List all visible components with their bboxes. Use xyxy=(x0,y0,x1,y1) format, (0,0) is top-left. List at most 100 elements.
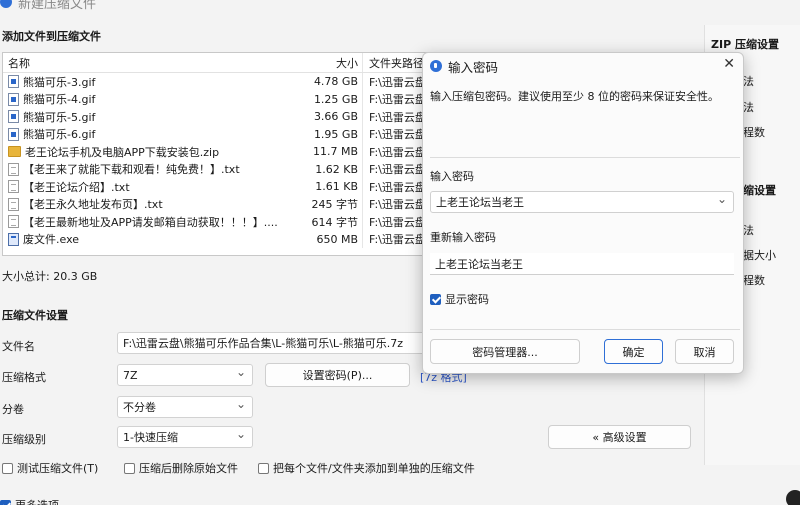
filename-label: 文件名 xyxy=(2,340,35,353)
confirm-password-label: 重新输入密码 xyxy=(430,231,496,244)
dialog-bottom-divider xyxy=(430,329,740,330)
file-size: 1.95 GB xyxy=(313,127,358,141)
gif-file-icon xyxy=(8,92,19,106)
delete-after-option[interactable]: 压缩后删除原始文件 xyxy=(124,460,238,476)
more-options-toggle[interactable]: 更多选项 xyxy=(0,497,59,505)
separate-archives-label: 把每个文件/文件夹添加到单独的压缩文件 xyxy=(273,462,475,475)
file-name: 废文件.exe xyxy=(23,233,80,247)
column-header-name[interactable]: 名称 xyxy=(3,53,299,72)
delete-after-checkbox[interactable] xyxy=(124,462,135,474)
right-panel-item-2[interactable]: 法 xyxy=(743,99,754,115)
level-select[interactable]: 1-快速压缩 xyxy=(117,426,253,448)
password-manager-button[interactable]: 密码管理器... xyxy=(430,339,580,364)
table-row[interactable]: 【老王论坛介绍】.txt 1.61 KB F:\迅雷云盘 xyxy=(3,178,471,196)
file-rows: 熊猫可乐-3.gif 4.78 GB F:\迅雷云盘 熊猫可乐-4.gif 1.25 G… xyxy=(3,73,471,248)
table-row[interactable]: 【老王永久地址发布页】.txt 245 字节 F:\迅雷云盘 xyxy=(3,195,471,213)
txt-file-icon xyxy=(8,215,19,229)
test-archive-checkbox[interactable] xyxy=(2,462,13,474)
file-size: 650 MB xyxy=(316,232,358,246)
table-row[interactable]: 熊猫可乐-6.gif 1.95 GB F:\迅雷云盘 xyxy=(3,125,471,143)
format-label: 压缩格式 xyxy=(2,371,46,384)
column-header-size[interactable]: 大小 xyxy=(299,53,362,72)
confirm-password-input[interactable]: 上老王论坛当老王 xyxy=(430,253,734,275)
more-options-label: 更多选项 xyxy=(15,497,59,505)
right-panel-item-5[interactable]: 据大小 xyxy=(743,247,776,263)
right-panel-item-6[interactable]: 程数 xyxy=(743,272,765,288)
file-name: 熊猫可乐-6.gif xyxy=(23,128,96,142)
file-name-cell: 熊猫可乐-5.gif xyxy=(3,109,299,125)
cancel-button[interactable]: 取消 xyxy=(675,339,734,364)
dialog-title: 输入密码 xyxy=(448,59,499,75)
file-name-cell: 老王论坛手机及电脑APP下载安装包.zip xyxy=(3,144,299,160)
file-size: 1.25 GB xyxy=(313,92,358,106)
table-row[interactable]: 废文件.exe 650 MB F:\迅雷云盘 xyxy=(3,230,471,248)
file-name: 【老王最新地址及APP请发邮箱自动获取！！！】.... xyxy=(23,215,278,229)
file-name: 【老王论坛介绍】.txt xyxy=(23,180,130,194)
file-size: 1.61 KB xyxy=(315,180,358,194)
file-size: 11.7 MB xyxy=(312,145,358,159)
filename-input[interactable]: F:\迅雷云盘\熊猫可乐作品合集\L-熊猫可乐\L-熊猫可乐.7z xyxy=(117,332,427,354)
right-panel-section-2: 缩设置 xyxy=(743,184,776,197)
show-password-label: 显示密码 xyxy=(445,293,489,306)
show-password-checkbox[interactable] xyxy=(430,293,441,305)
level-label: 压缩级别 xyxy=(2,433,46,446)
table-row[interactable]: 熊猫可乐-4.gif 1.25 GB F:\迅雷云盘 xyxy=(3,90,471,108)
more-options-checkbox[interactable] xyxy=(0,499,11,505)
zip-file-icon xyxy=(8,146,21,158)
right-panel-item-4[interactable]: 法 xyxy=(743,222,754,238)
right-panel-item-1[interactable]: 法 xyxy=(743,73,754,89)
split-label: 分卷 xyxy=(2,403,24,416)
test-archive-label: 测试压缩文件(T) xyxy=(17,462,99,475)
table-row[interactable]: 熊猫可乐-5.gif 3.66 GB F:\迅雷云盘 xyxy=(3,108,471,126)
test-archive-option[interactable]: 测试压缩文件(T) xyxy=(2,460,98,476)
file-size: 245 字节 xyxy=(311,198,359,212)
file-name-cell: 熊猫可乐-6.gif xyxy=(3,126,299,142)
file-name: 【老王来了就能下载和观看！纯免费！】.txt xyxy=(23,163,240,177)
txt-file-icon xyxy=(8,197,19,211)
settings-section-title: 压缩文件设置 xyxy=(2,309,68,322)
file-name-cell: 熊猫可乐-3.gif xyxy=(3,74,299,90)
format-select-value: 7Z xyxy=(123,368,138,382)
right-panel-item-3[interactable]: 程数 xyxy=(743,124,765,140)
show-password-option[interactable]: 显示密码 xyxy=(430,291,489,307)
split-select[interactable]: 不分卷 xyxy=(117,396,253,418)
dialog-hint: 输入压缩包密码。建议使用至少 8 位的密码来保证安全性。 xyxy=(430,90,719,103)
password-dialog: 输入密码 ✕ 输入压缩包密码。建议使用至少 8 位的密码来保证安全性。 输入密码… xyxy=(422,52,744,374)
table-row[interactable]: 老王论坛手机及电脑APP下载安装包.zip 11.7 MB F:\迅雷云盘 xyxy=(3,143,471,161)
gif-file-icon xyxy=(8,110,19,124)
txt-file-icon xyxy=(8,180,19,194)
delete-after-label: 压缩后删除原始文件 xyxy=(139,462,238,475)
user-avatar[interactable] xyxy=(786,490,800,505)
dialog-title-bar: 输入密码 xyxy=(423,53,743,79)
file-size: 614 字节 xyxy=(311,215,359,229)
total-size: 大小总计: 20.3 GB xyxy=(2,270,98,283)
exe-file-icon xyxy=(8,232,19,246)
file-name-cell: 【老王最新地址及APP请发邮箱自动获取！！！】.... xyxy=(3,214,299,230)
file-name-cell: 【老王论坛介绍】.txt xyxy=(3,179,299,195)
file-list[interactable]: 名称 大小 文件夹路径 熊猫可乐-3.gif 4.78 GB F:\迅雷云盘 熊猫可乐… xyxy=(2,52,472,256)
close-icon[interactable]: ✕ xyxy=(723,56,735,72)
file-name: 老王论坛手机及电脑APP下载安装包.zip xyxy=(25,145,220,159)
dialog-divider xyxy=(430,157,740,158)
advanced-settings-button[interactable]: « 高级设置 xyxy=(548,425,691,449)
password-input-value: 上老王论坛当老王 xyxy=(436,196,524,209)
gif-file-icon xyxy=(8,75,19,89)
file-name: 熊猫可乐-4.gif xyxy=(23,93,96,107)
table-row[interactable]: 【老王最新地址及APP请发邮箱自动获取！！！】.... 614 字节 F:\迅雷云盘 xyxy=(3,213,471,231)
password-input[interactable]: 上老王论坛当老王 xyxy=(430,191,734,213)
separate-archives-checkbox[interactable] xyxy=(258,462,269,474)
format-select[interactable]: 7Z xyxy=(117,364,253,386)
app-logo-icon xyxy=(0,0,12,8)
separate-archives-option[interactable]: 把每个文件/文件夹添加到单独的压缩文件 xyxy=(258,460,475,476)
zip-settings-title: ZIP 压缩设置 xyxy=(711,38,779,51)
file-name-cell: 【老王来了就能下载和观看！纯免费！】.txt xyxy=(3,161,299,177)
file-size: 3.66 GB xyxy=(313,110,358,124)
table-row[interactable]: 【老王来了就能下载和观看！纯免费！】.txt 1.62 KB F:\迅雷云盘 xyxy=(3,160,471,178)
set-password-button[interactable]: 设置密码(P)... xyxy=(265,363,410,387)
ok-button[interactable]: 确定 xyxy=(604,339,663,364)
table-row[interactable]: 熊猫可乐-3.gif 4.78 GB F:\迅雷云盘 xyxy=(3,73,471,91)
gif-file-icon xyxy=(8,127,19,141)
file-size: 4.78 GB xyxy=(313,75,358,89)
window-title: 新建压缩文件 xyxy=(18,0,97,12)
file-name-cell: 【老王永久地址发布页】.txt xyxy=(3,196,299,212)
